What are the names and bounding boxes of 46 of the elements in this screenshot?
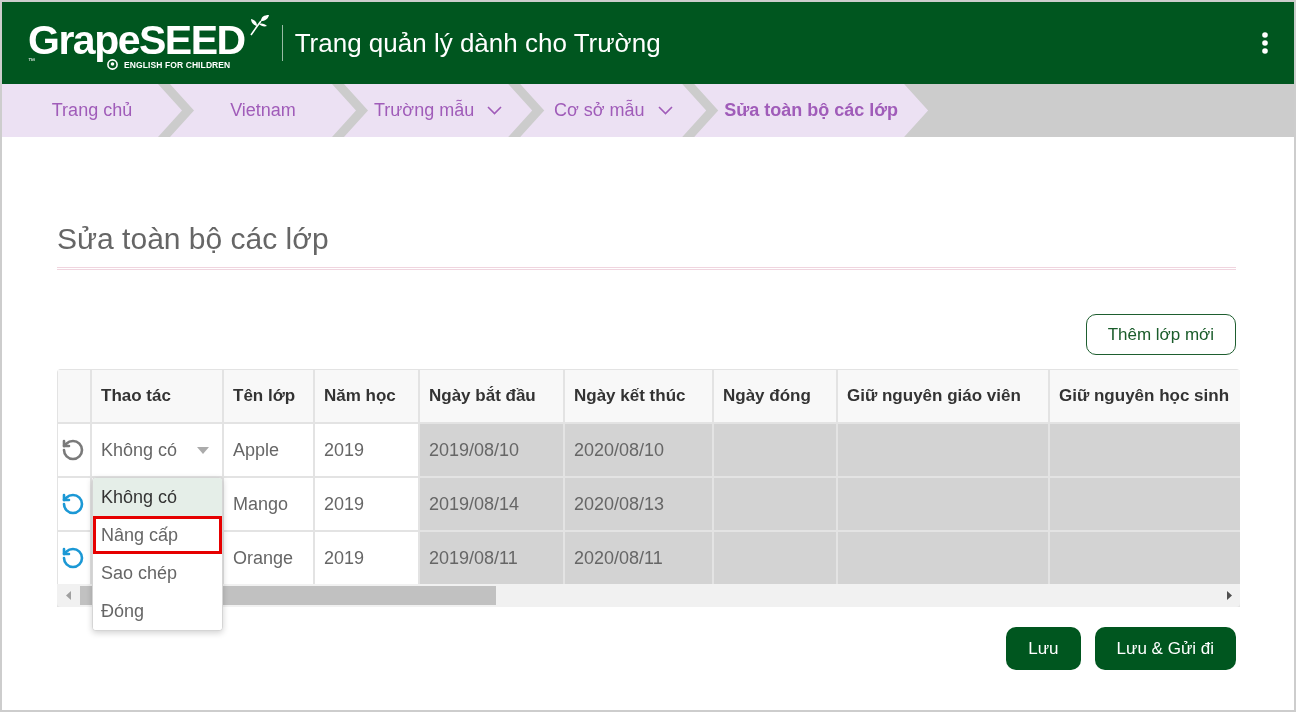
table-cell: 2019/08/11 xyxy=(420,532,563,584)
breadcrumb-item[interactable]: Cơ sở mẫu xyxy=(520,84,707,137)
table-cell: 2019 xyxy=(315,532,418,584)
column-header: Năm học xyxy=(315,370,418,422)
table-cell: Apple xyxy=(224,424,313,476)
dropdown-option[interactable]: Đóng xyxy=(93,592,222,630)
scroll-right-icon[interactable] xyxy=(1227,591,1232,600)
breadcrumb-item[interactable]: Vietnam xyxy=(170,84,356,137)
more-menu-icon[interactable] xyxy=(1262,32,1268,54)
column-header: Ngày đóng xyxy=(714,370,836,422)
page-title: Sửa toàn bộ các lớp xyxy=(57,221,330,257)
breadcrumb-item[interactable]: Trường mẫu xyxy=(344,84,533,137)
save-button[interactable]: Lưu xyxy=(1006,627,1081,670)
breadcrumb-item[interactable]: Trang chủ xyxy=(2,84,182,137)
logo-tagline: ENGLISH FOR CHILDREN xyxy=(124,59,231,70)
table-cell: 2019/08/10 xyxy=(420,424,563,476)
sprout-icon xyxy=(247,14,270,36)
dropdown-option[interactable]: Nâng cấp xyxy=(93,516,222,554)
table-cell: 2019/08/14 xyxy=(420,478,563,530)
column-header: Tên lớp xyxy=(224,370,313,422)
undo-icon[interactable] xyxy=(61,546,85,570)
column-header: Ngày kết thúc xyxy=(565,370,712,422)
undo-icon[interactable] xyxy=(61,492,85,516)
table-cell: 2019 xyxy=(315,478,418,530)
table-cell: Mango xyxy=(224,478,313,530)
scroll-left-icon[interactable] xyxy=(66,591,71,600)
table-cell: 2020/08/13 xyxy=(565,478,712,530)
chevron-down-icon xyxy=(657,106,673,115)
column-header: Giữ nguyên giáo viên xyxy=(838,370,1048,422)
column-header: Giữ nguyên học sinh xyxy=(1050,370,1240,422)
add-class-button[interactable]: Thêm lớp mới xyxy=(1085,314,1236,355)
chevron-down-icon xyxy=(487,106,503,115)
column-header: Thao tác xyxy=(92,370,222,422)
column-header: Ngày bắt đầu xyxy=(420,370,563,422)
table-cell: Orange xyxy=(224,532,313,584)
table-cell: 2020/08/10 xyxy=(565,424,712,476)
save-and-send-button[interactable]: Lưu & Gửi đi xyxy=(1094,627,1236,670)
dropdown-option[interactable]: Sao chép xyxy=(93,554,222,592)
table-header-cell xyxy=(58,370,90,422)
undo-icon[interactable] xyxy=(61,438,85,462)
table-cell: 2019 xyxy=(315,424,418,476)
breadcrumb-item[interactable]: Sửa toàn bộ các lớp xyxy=(694,84,929,137)
header-title: Trang quản lý dành cho Trường xyxy=(294,27,661,59)
table-cell: 2020/08/11 xyxy=(565,532,712,584)
dropdown-caret-icon xyxy=(197,446,209,454)
dropdown-option[interactable]: Không có xyxy=(93,478,222,516)
